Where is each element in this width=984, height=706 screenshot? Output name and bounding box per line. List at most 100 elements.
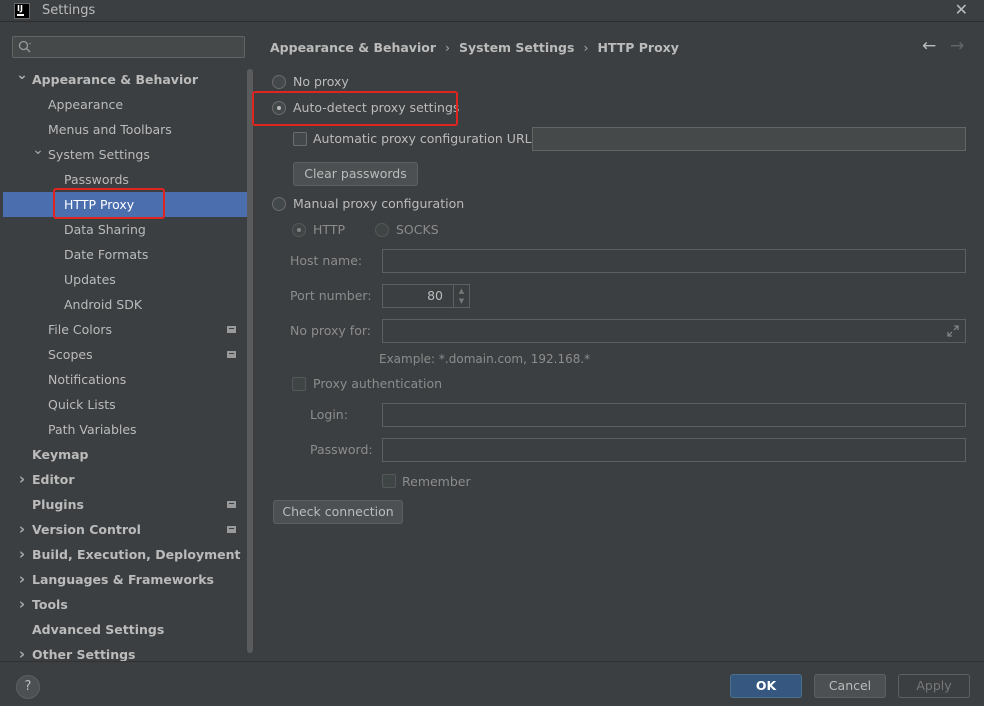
remember-checkbox[interactable]: [382, 474, 396, 488]
apply-button[interactable]: Apply: [898, 674, 970, 698]
forward-arrow-icon[interactable]: →: [950, 36, 964, 56]
sidebar-item-version-control[interactable]: › Version Control: [3, 517, 252, 542]
cancel-button[interactable]: Cancel: [814, 674, 886, 698]
intellij-logo-icon: IJ: [14, 3, 30, 19]
auto-config-url-checkbox[interactable]: [293, 132, 307, 146]
sidebar-item-label: Appearance & Behavior: [32, 72, 198, 87]
sidebar-item-label: Path Variables: [48, 422, 137, 437]
sidebar-item-keymap[interactable]: Keymap: [3, 442, 252, 467]
window-title: Settings: [42, 3, 96, 18]
login-input[interactable]: [382, 403, 966, 427]
highlight-box: [252, 91, 458, 126]
manual-proxy-label[interactable]: Manual proxy configuration: [293, 196, 464, 211]
sidebar-item-label: Plugins: [32, 497, 84, 512]
sidebar-item-label: Languages & Frameworks: [32, 572, 214, 587]
sidebar-item-plugins[interactable]: Plugins: [3, 492, 252, 517]
proxy-auth-checkbox[interactable]: [292, 377, 306, 391]
sidebar-item-label: File Colors: [48, 322, 113, 337]
password-label: Password:: [310, 442, 373, 457]
password-input[interactable]: [382, 438, 966, 462]
port-number-value: 80: [427, 288, 443, 303]
check-connection-button[interactable]: Check connection: [273, 500, 403, 524]
spinner-arrows-icon[interactable]: ▲ ▼: [453, 285, 469, 307]
expand-icon[interactable]: [947, 325, 959, 337]
highlight-box: [53, 188, 165, 219]
breadcrumb: Appearance & Behavior › System Settings › HT…: [270, 40, 679, 55]
sidebar-item-label: Scopes: [48, 347, 93, 362]
remember-label[interactable]: Remember: [402, 474, 471, 489]
sidebar-item-label: Editor: [32, 472, 75, 487]
sidebar-item-label: Menus and Toolbars: [48, 122, 172, 137]
sidebar-item-updates[interactable]: Updates: [3, 267, 252, 292]
project-level-icon: [227, 326, 236, 333]
sidebar-item-label: Notifications: [48, 372, 127, 387]
sidebar-item-tools[interactable]: › Tools: [3, 592, 252, 617]
chevron-right-icon[interactable]: ›: [16, 542, 28, 567]
socks-radio[interactable]: [375, 223, 389, 237]
sidebar-item-advanced-settings[interactable]: Advanced Settings: [3, 617, 252, 642]
ok-button[interactable]: OK: [730, 674, 802, 698]
sidebar-item-appearance[interactable]: Appearance: [3, 92, 252, 117]
dialog-footer: ? OK Cancel Apply: [0, 661, 984, 706]
auto-config-url-label[interactable]: Automatic proxy configuration URL:: [313, 131, 536, 146]
sidebar-item-label: Keymap: [32, 447, 89, 462]
auto-config-url-input[interactable]: [532, 127, 966, 151]
sidebar-item-build-execution-deployment[interactable]: › Build, Execution, Deployment: [3, 542, 252, 567]
settings-content: Appearance & Behavior › System Settings › HT…: [252, 29, 984, 661]
sidebar-item-editor[interactable]: › Editor: [3, 467, 252, 492]
project-level-icon: [227, 501, 236, 508]
manual-proxy-radio[interactable]: [272, 197, 286, 211]
sidebar-item-path-variables[interactable]: Path Variables: [3, 417, 252, 442]
port-number-stepper[interactable]: 80 ▲ ▼: [382, 284, 470, 308]
sidebar-item-label: Data Sharing: [64, 222, 146, 237]
project-level-icon: [227, 351, 236, 358]
search-input[interactable]: [12, 36, 245, 58]
sidebar-item-scopes[interactable]: Scopes: [3, 342, 252, 367]
no-proxy-radio[interactable]: [272, 75, 286, 89]
sidebar-item-http-proxy[interactable]: HTTP Proxy: [3, 188, 252, 219]
no-proxy-label[interactable]: No proxy: [293, 74, 349, 89]
sidebar-item-date-formats[interactable]: Date Formats: [3, 242, 252, 267]
sidebar-item-data-sharing[interactable]: Data Sharing: [3, 217, 252, 242]
breadcrumb-item: Appearance & Behavior: [270, 40, 436, 55]
help-icon[interactable]: ?: [16, 675, 40, 699]
sidebar-item-notifications[interactable]: Notifications: [3, 367, 252, 392]
chevron-right-icon[interactable]: ›: [16, 567, 28, 592]
no-proxy-for-input[interactable]: [382, 319, 966, 343]
port-number-label: Port number:: [290, 288, 372, 303]
sidebar-item-label: Build, Execution, Deployment: [32, 547, 241, 562]
sidebar-item-languages-frameworks[interactable]: › Languages & Frameworks: [3, 567, 252, 592]
sidebar-item-android-sdk[interactable]: Android SDK: [3, 292, 252, 317]
project-level-icon: [227, 526, 236, 533]
example-hint: Example: *.domain.com, 192.168.*: [379, 352, 591, 366]
host-name-label: Host name:: [290, 253, 363, 268]
proxy-auth-label[interactable]: Proxy authentication: [313, 376, 442, 391]
sidebar-item-quick-lists[interactable]: Quick Lists: [3, 392, 252, 417]
login-label: Login:: [310, 407, 348, 422]
sidebar-item-file-colors[interactable]: File Colors: [3, 317, 252, 342]
sidebar-item-label: Advanced Settings: [32, 622, 165, 637]
chevron-down-icon[interactable]: ⌄: [16, 63, 28, 88]
close-icon[interactable]: ✕: [955, 1, 968, 19]
sidebar-item-label: Version Control: [32, 522, 141, 537]
title-bar: IJ Settings ✕: [0, 0, 984, 22]
sidebar-item-label: Quick Lists: [48, 397, 116, 412]
chevron-right-icon[interactable]: ›: [16, 592, 28, 617]
back-arrow-icon[interactable]: ←: [922, 36, 936, 56]
sidebar-item-label: System Settings: [48, 147, 150, 162]
sidebar-item-system-settings[interactable]: ⌄ System Settings: [3, 142, 252, 167]
chevron-down-icon[interactable]: ⌄: [32, 138, 44, 163]
chevron-right-icon[interactable]: ›: [16, 467, 28, 492]
socks-label[interactable]: SOCKS: [396, 222, 439, 237]
search-icon: [18, 40, 31, 53]
breadcrumb-separator-icon: ›: [445, 40, 450, 55]
sidebar-item-label: Tools: [32, 597, 68, 612]
chevron-right-icon[interactable]: ›: [16, 517, 28, 542]
host-name-input[interactable]: [382, 249, 966, 273]
http-radio[interactable]: [292, 223, 306, 237]
clear-passwords-button[interactable]: Clear passwords: [293, 162, 418, 186]
breadcrumb-separator-icon: ›: [583, 40, 589, 55]
sidebar-item-label: Android SDK: [64, 297, 143, 312]
sidebar-item-appearance-behavior[interactable]: ⌄ Appearance & Behavior: [3, 67, 252, 92]
http-label[interactable]: HTTP: [313, 222, 345, 237]
